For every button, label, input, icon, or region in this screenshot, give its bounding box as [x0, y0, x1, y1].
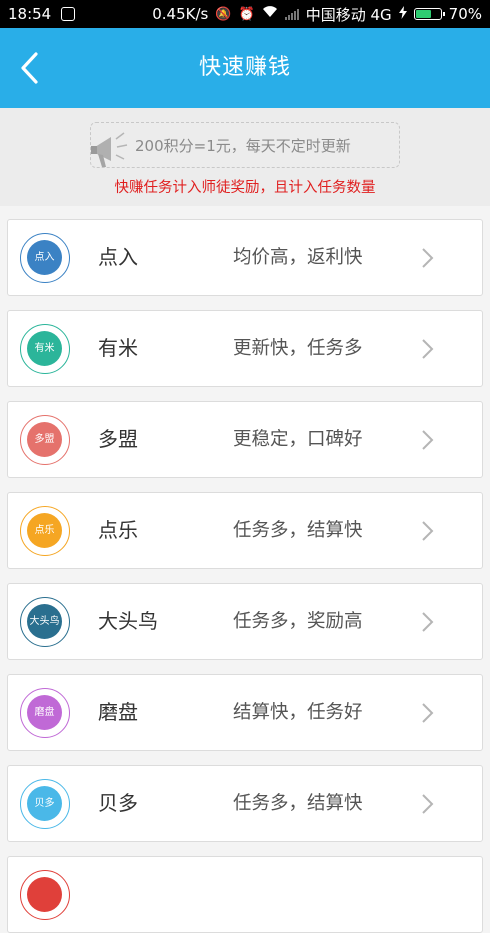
offer-desc: 更稳定，口碑好	[233, 429, 363, 450]
mute-icon: 🔕	[215, 6, 232, 22]
info-banner: 200积分=1元，每天不定时更新 快赚任务计入师徒奖励，且计入任务数量	[0, 108, 490, 206]
offer-desc: 更新快，任务多	[233, 338, 363, 359]
reward-note: 快赚任务计入师徒奖励，且计入任务数量	[114, 180, 376, 196]
offer-logo-text: 点乐	[27, 513, 62, 548]
offer-item-youmi[interactable]: 有米 有米 更新快，任务多	[7, 310, 483, 387]
offer-desc: 任务多，奖励高	[233, 611, 363, 632]
megaphone-icon	[89, 127, 135, 173]
offer-item-mopan[interactable]: 磨盘 磨盘 结算快，任务好	[7, 674, 483, 751]
offer-logo: 贝多	[20, 779, 70, 829]
offer-name: 贝多	[98, 791, 138, 815]
chevron-right-icon	[420, 701, 436, 729]
offer-desc: 任务多，结算快	[233, 793, 363, 814]
signal-icon	[284, 8, 299, 20]
notice-box: 200积分=1元，每天不定时更新	[90, 122, 400, 168]
network-speed: 0.45K/s	[152, 5, 209, 23]
status-bar: 18:54 0.45K/s 🔕 ⏰ 中国移动 4G 70%	[0, 0, 490, 28]
offer-logo-text: 大头鸟	[27, 604, 62, 639]
chevron-right-icon	[420, 792, 436, 820]
status-time: 18:54	[8, 5, 52, 23]
wifi-icon	[262, 6, 278, 22]
offer-item-partial[interactable]	[7, 856, 483, 933]
offer-name: 点乐	[98, 518, 138, 542]
offer-logo-text	[27, 877, 62, 912]
offer-logo: 点乐	[20, 506, 70, 556]
chevron-right-icon	[420, 337, 436, 365]
carrier-label: 中国移动 4G	[305, 5, 392, 24]
chevron-right-icon	[420, 428, 436, 456]
offer-desc: 任务多，结算快	[233, 520, 363, 541]
notice-text: 200积分=1元，每天不定时更新	[135, 137, 351, 155]
offer-logo-text: 磨盘	[27, 695, 62, 730]
offer-name: 磨盘	[98, 700, 138, 724]
offer-item-duomeng[interactable]: 多盟 多盟 更稳定，口碑好	[7, 401, 483, 478]
offer-desc: 结算快，任务好	[233, 702, 363, 723]
offer-name: 多盟	[98, 427, 138, 451]
app-notification-icon	[61, 7, 76, 21]
offer-name: 大头鸟	[98, 609, 158, 633]
chevron-right-icon	[420, 610, 436, 638]
offer-logo: 多盟	[20, 415, 70, 465]
offer-logo	[20, 870, 70, 920]
offer-logo: 磨盘	[20, 688, 70, 738]
offer-logo-text: 贝多	[27, 786, 62, 821]
alarm-icon: ⏰	[238, 6, 255, 22]
battery-icon	[413, 8, 445, 20]
charging-icon	[398, 5, 407, 23]
battery-percent: 70%	[448, 5, 482, 23]
battery-fill	[415, 10, 432, 18]
offer-logo-text: 多盟	[27, 422, 62, 457]
offer-name: 有米	[98, 336, 138, 360]
nav-bar: 快速赚钱	[0, 28, 490, 108]
offer-logo: 有米	[20, 324, 70, 374]
offer-desc: 均价高，返利快	[233, 247, 363, 268]
offer-logo-text: 有米	[27, 331, 62, 366]
offer-item-dianle[interactable]: 点乐 点乐 任务多，结算快	[7, 492, 483, 569]
offer-logo-text: 点入	[27, 240, 62, 275]
offer-logo: 大头鸟	[20, 597, 70, 647]
offer-item-datouniao[interactable]: 大头鸟 大头鸟 任务多，奖励高	[7, 583, 483, 660]
offer-logo: 点入	[20, 233, 70, 283]
page-title: 快速赚钱	[198, 55, 291, 80]
offer-name: 点入	[98, 245, 138, 269]
chevron-right-icon	[420, 519, 436, 547]
chevron-right-icon	[420, 246, 436, 274]
offer-item-beiduo[interactable]: 贝多 贝多 任务多，结算快	[7, 765, 483, 842]
status-right: 0.45K/s 🔕 ⏰ 中国移动 4G 70%	[152, 4, 482, 25]
offer-item-dianru[interactable]: 点入 点入 均价高，返利快	[7, 219, 483, 296]
